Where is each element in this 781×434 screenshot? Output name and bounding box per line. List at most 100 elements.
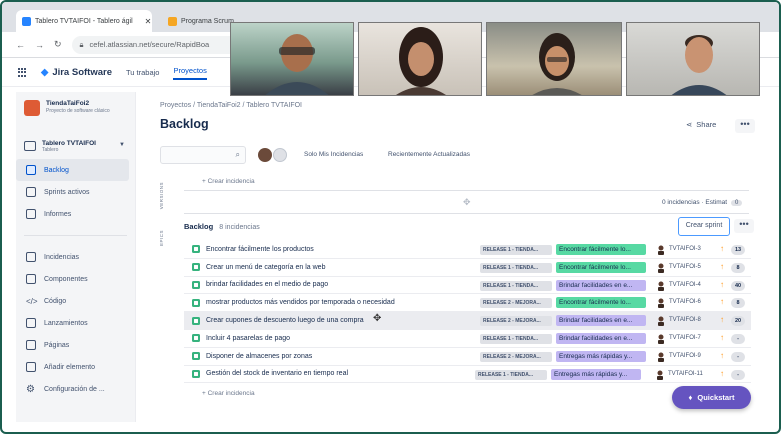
issue-summary[interactable]: Crear un menú de categoría en la web <box>206 264 325 271</box>
create-issue-link[interactable]: + Crear incidencia <box>202 390 255 397</box>
table-row[interactable]: Encontrar fácilmente los productos RELEAS… <box>184 241 751 259</box>
assignee-avatar[interactable] <box>657 334 665 344</box>
app-switcher-icon[interactable] <box>18 68 27 77</box>
epic-lozenge[interactable]: Brindar facilidades en e... <box>556 332 646 344</box>
issue-summary[interactable]: mostrar productos más vendidos por tempo… <box>206 299 395 306</box>
lock-icon: 🔒︎ <box>79 39 84 49</box>
fix-version-lozenge[interactable]: RELEASE 2 - MEJORA... <box>480 298 552 309</box>
issue-summary[interactable]: Gestión del stock de inventario en tiemp… <box>206 370 348 377</box>
fix-version-lozenge[interactable]: RELEASE 1 - TIENDA... <box>480 262 552 273</box>
issue-key[interactable]: TVTAIFOI-11 <box>668 371 703 377</box>
issue-key[interactable]: TVTAIFOI-8 <box>669 317 701 323</box>
estimate-badge: 20 <box>731 316 745 327</box>
jira-logo[interactable]: ◆ Jira Software <box>41 67 112 78</box>
epic-lozenge[interactable]: Brindar facilidades en e... <box>556 315 646 327</box>
table-row[interactable]: Disponer de almacenes por zonas RELEASE 2… <box>184 348 751 366</box>
assignee-avatar[interactable] <box>657 316 665 327</box>
priority-icon: ↑ <box>720 350 724 360</box>
sidebar-item-issues[interactable]: Incidencias <box>16 246 135 268</box>
sidebar-item-pages[interactable]: Páginas <box>16 334 135 356</box>
sidebar-item-label: Incidencias <box>44 253 80 261</box>
board-icon <box>24 141 36 151</box>
epic-lozenge[interactable]: Encontrar fácilmente lo... <box>556 244 646 255</box>
sidebar-item-releases[interactable]: Lanzamientos <box>16 312 135 334</box>
sidebar-item-label: Informes <box>44 210 72 218</box>
table-row[interactable]: mostrar productos más vendidos por tempo… <box>184 294 751 313</box>
epics-panel-tab[interactable]: EPICS <box>159 230 164 246</box>
assignee-avatar[interactable] <box>657 245 665 255</box>
quick-filter-my-issues[interactable]: Solo Mis Incidencias <box>304 151 363 158</box>
estimate-badge: - <box>731 333 745 344</box>
jira-favicon-icon <box>22 16 31 26</box>
epic-lozenge[interactable]: Brindar facilidades en e... <box>556 279 646 291</box>
table-row[interactable]: Incluir 4 pasarelas de pago RELEASE 1 - T… <box>184 330 751 348</box>
sidebar-item-active-sprints[interactable]: Sprints activos <box>16 181 135 203</box>
assignee-avatar[interactable] <box>656 370 664 380</box>
assignee-avatar[interactable] <box>657 352 665 362</box>
backlog-divider <box>184 213 749 214</box>
nav-your-work[interactable]: Tu trabajo <box>126 68 160 77</box>
components-icon <box>26 274 36 284</box>
nav-projects[interactable]: Proyectos <box>173 66 207 80</box>
close-tab-icon[interactable]: ✕ <box>145 17 152 26</box>
sidebar-item-components[interactable]: Componentes <box>16 268 135 290</box>
share-button[interactable]: ⋖ Share <box>686 120 716 129</box>
fix-version-lozenge[interactable]: RELEASE 1 - TIENDA... <box>480 245 552 255</box>
issue-key[interactable]: TVTAIFOI-6 <box>669 299 701 305</box>
priority-icon: ↑ <box>720 315 724 325</box>
avatar[interactable] <box>258 148 272 162</box>
epic-lozenge[interactable]: Encontrar fácilmente lo... <box>556 261 646 273</box>
issue-key[interactable]: TVTAIFOI-7 <box>669 335 701 341</box>
create-issue-link[interactable]: + Crear incidencia <box>202 178 255 185</box>
reload-icon[interactable]: ↻ <box>54 39 62 50</box>
page-title: Backlog <box>160 117 209 131</box>
sidebar-item-code[interactable]: </> Código <box>16 290 135 312</box>
issue-key[interactable]: TVTAIFOI-4 <box>669 282 701 288</box>
sidebar-item-add-item[interactable]: Añadir elemento <box>16 356 135 378</box>
issue-key[interactable]: TVTAIFOI-5 <box>669 264 701 270</box>
forward-icon[interactable]: → <box>35 40 44 50</box>
unassigned-avatar[interactable] <box>273 148 287 162</box>
table-row[interactable]: Crear cupones de descuento luego de una … <box>184 312 751 330</box>
epic-lozenge[interactable]: Encontrar fácilmente lo... <box>556 297 646 309</box>
fix-version-lozenge[interactable]: RELEASE 1 - TIENDA... <box>475 369 547 380</box>
sidebar-item-settings[interactable]: ⚙ Configuración de ... <box>16 378 135 400</box>
board-selector[interactable]: Tablero TVTAIFOI Tablero ▼ <box>16 134 135 159</box>
issue-summary[interactable]: brindar facilidades en el medio de pago <box>206 281 328 288</box>
fix-version-lozenge[interactable]: RELEASE 2 - MEJORA... <box>480 316 552 327</box>
issue-summary[interactable]: Crear cupones de descuento luego de una … <box>206 317 364 324</box>
browser-tab-jira[interactable]: Tablero TVTAIFOI - Tablero ágil ✕ <box>16 10 152 32</box>
table-row[interactable]: Gestión del stock de inventario en tiemp… <box>184 366 751 384</box>
issue-summary[interactable]: Encontrar fácilmente los productos <box>206 246 314 253</box>
epic-lozenge[interactable]: Entregas más rápidas y... <box>551 368 641 380</box>
issue-key[interactable]: TVTAIFOI-9 <box>669 353 701 359</box>
chevron-down-icon: ▼ <box>119 142 125 148</box>
backlog-more-button[interactable]: ••• <box>734 219 754 233</box>
versions-panel-tab[interactable]: VERSIONS <box>159 182 164 209</box>
epic-lozenge[interactable]: Entregas más rápidas y... <box>556 350 646 362</box>
issue-summary[interactable]: Disponer de almacenes por zonas <box>206 353 312 360</box>
assignee-avatar[interactable] <box>657 263 665 273</box>
sidebar-item-backlog[interactable]: Backlog <box>16 159 129 181</box>
table-row[interactable]: Crear un menú de categoría en la web RELE… <box>184 259 751 277</box>
quickstart-button[interactable]: ♦ Quickstart <box>672 386 751 409</box>
fix-version-lozenge[interactable]: RELEASE 2 - MEJORA... <box>480 351 552 362</box>
search-input[interactable]: ⌕ <box>160 146 246 164</box>
quick-filter-recently-updated[interactable]: Recientemente Actualizadas <box>388 151 470 158</box>
fix-version-lozenge[interactable]: RELEASE 1 - TIENDA... <box>480 333 552 344</box>
create-sprint-button[interactable]: Crear sprint <box>678 217 730 236</box>
browser-tab-scrum[interactable]: Programa Scrum <box>162 10 234 32</box>
issue-key[interactable]: TVTAIFOI-3 <box>669 246 701 252</box>
back-icon[interactable]: ← <box>16 40 25 50</box>
assignee-avatar[interactable] <box>657 281 665 291</box>
sidebar-item-reports[interactable]: Informes <box>16 203 135 225</box>
issue-summary[interactable]: Incluir 4 pasarelas de pago <box>206 335 290 342</box>
fix-version-lozenge[interactable]: RELEASE 1 - TIENDA... <box>480 280 552 291</box>
project-header[interactable]: TiendaTaiFoi2 Proyecto de software clási… <box>16 92 135 124</box>
table-row[interactable]: brindar facilidades en el medio de pago R… <box>184 277 751 295</box>
gear-icon: ⚙ <box>26 383 35 395</box>
assignee-avatar[interactable] <box>657 298 665 309</box>
breadcrumb[interactable]: Proyectos / TiendaTaiFoi2 / Tablero TVTA… <box>160 102 302 109</box>
code-icon: </> <box>26 296 38 306</box>
more-actions-button[interactable]: ••• <box>735 119 755 133</box>
